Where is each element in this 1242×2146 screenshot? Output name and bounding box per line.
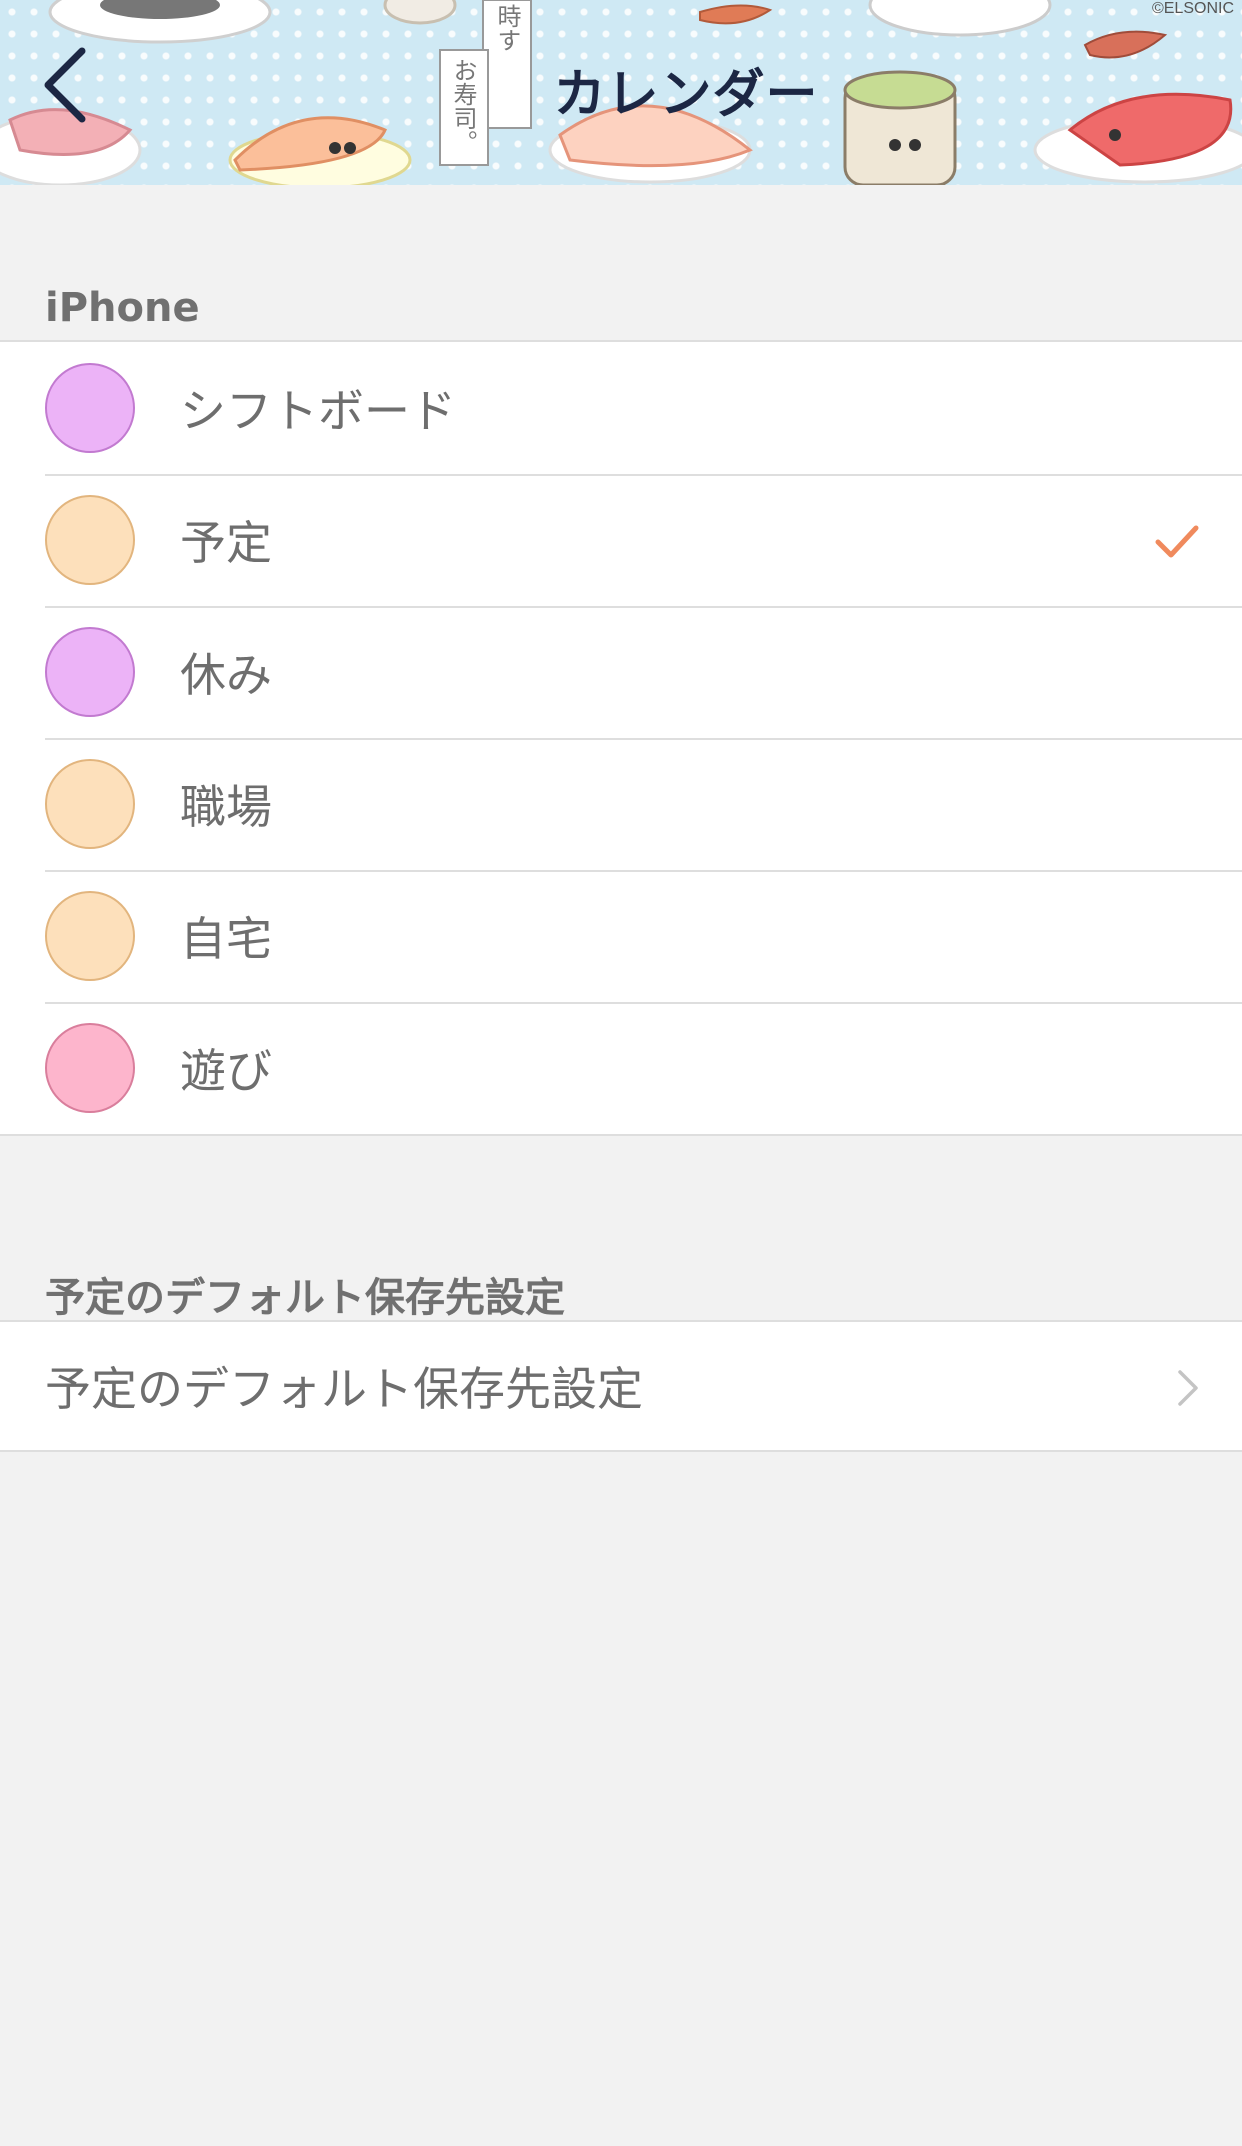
calendar-list: シフトボード 予定 休み 職場 自宅 遊び: [0, 340, 1242, 1136]
calendar-color-dot: [45, 891, 135, 981]
calendar-row[interactable]: 予定: [0, 474, 1242, 606]
calendar-color-dot: [45, 759, 135, 849]
calendar-label: 遊び: [180, 1044, 272, 1098]
calendar-row[interactable]: 遊び: [0, 1002, 1242, 1134]
header-banner: 時す お寿司。 ©ELSONIC カレンダー: [0, 0, 1242, 185]
calendar-color-dot: [45, 1023, 135, 1113]
chevron-right-icon: [1178, 1370, 1198, 1406]
calendar-row[interactable]: 自宅: [0, 870, 1242, 1002]
calendar-label: 職場: [180, 780, 272, 834]
copyright-text: ©ELSONIC: [1151, 0, 1234, 17]
page-title: カレンダー: [553, 65, 819, 125]
calendar-row[interactable]: 休み: [0, 606, 1242, 738]
calendar-row[interactable]: シフトボード: [0, 342, 1242, 474]
calendar-label: 休み: [180, 648, 272, 702]
calendar-color-dot: [45, 627, 135, 717]
calendar-label: 自宅: [180, 912, 272, 966]
default-save-location-label: 予定のデフォルト保存先設定: [45, 1362, 643, 1416]
calendar-label: 予定: [180, 516, 272, 570]
banner-text-1: 時す: [493, 4, 521, 52]
calendar-label: シフトボード: [180, 384, 456, 438]
calendar-color-dot: [45, 495, 135, 585]
section-header-iphone: iPhone: [45, 285, 200, 331]
checkmark-icon: [1155, 525, 1199, 558]
calendar-row[interactable]: 職場: [0, 738, 1242, 870]
default-save-location-row[interactable]: 予定のデフォルト保存先設定: [0, 1322, 1242, 1450]
section-header-default: 予定のデフォルト保存先設定: [45, 1275, 565, 1321]
calendar-color-dot: [45, 363, 135, 453]
default-settings-list: 予定のデフォルト保存先設定: [0, 1320, 1242, 1452]
